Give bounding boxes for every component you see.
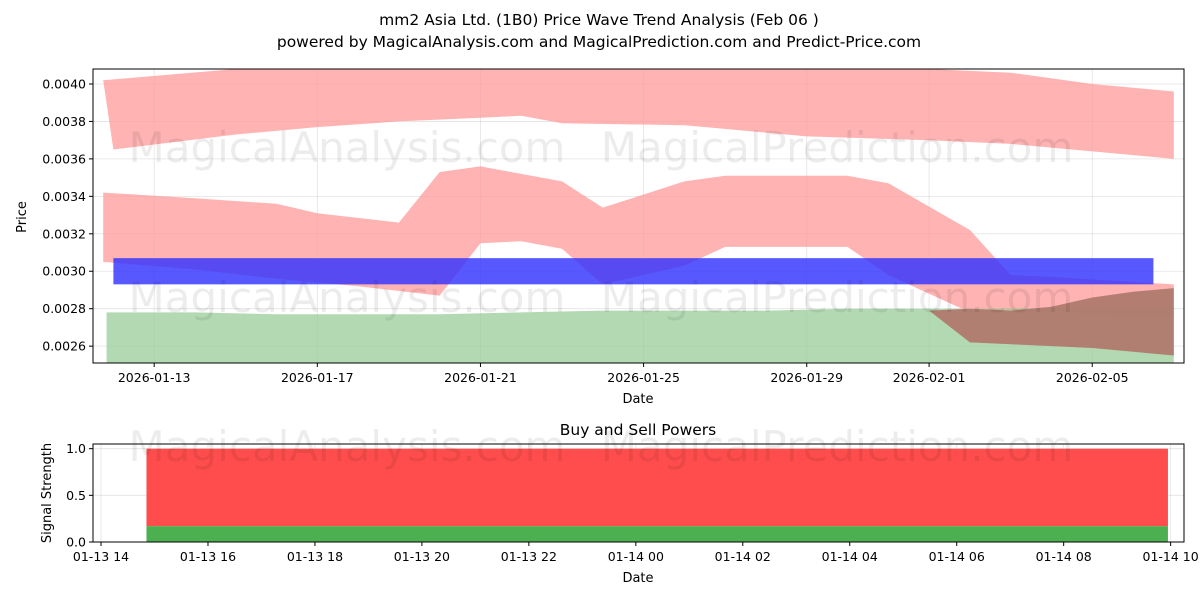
signal-x-tick-label: 01-13 18 bbox=[287, 549, 343, 564]
price-x-tick-label: 2026-01-25 bbox=[607, 370, 680, 385]
watermark-analysis-mid: MagicalAnalysis.com bbox=[129, 273, 566, 322]
price-x-tick-label: 2026-01-21 bbox=[444, 370, 517, 385]
signal-x-tick-label: 01-14 04 bbox=[822, 549, 878, 564]
signal-x-tick-label: 01-14 02 bbox=[715, 549, 771, 564]
signal-x-tick-label: 01-14 08 bbox=[1036, 549, 1092, 564]
price-x-tick-label: 2026-02-05 bbox=[1056, 370, 1129, 385]
signal-x-tick-label: 01-13 22 bbox=[501, 549, 557, 564]
signal-y-tick-label: 0.5 bbox=[66, 488, 86, 503]
watermark-prediction-bottom: MagicalPrediction.com bbox=[601, 422, 1074, 471]
price-y-tick-label: 0.0036 bbox=[42, 151, 86, 166]
signal-x-tick-label: 01-14 10 bbox=[1143, 549, 1199, 564]
signal-y-axis-label: Signal Strength bbox=[40, 443, 55, 543]
watermark-analysis-top: MagicalAnalysis.com bbox=[129, 123, 566, 172]
buy-power-bar bbox=[146, 526, 1168, 542]
price-y-tick-label: 0.0028 bbox=[42, 301, 86, 316]
price-y-tick-label: 0.0030 bbox=[42, 264, 86, 279]
signal-x-tick-label: 01-14 06 bbox=[929, 549, 985, 564]
signal-x-axis-label: Date bbox=[622, 571, 653, 586]
signal-x-tick-label: 01-13 20 bbox=[394, 549, 450, 564]
price-y-tick-label: 0.0038 bbox=[42, 114, 86, 129]
figure: mm2 Asia Ltd. (1B0) Price Wave Trend Ana… bbox=[15, 11, 1199, 586]
price-y-tick-label: 0.0034 bbox=[42, 189, 86, 204]
watermark-prediction-mid: MagicalPrediction.com bbox=[601, 273, 1074, 322]
price-y-tick-label: 0.0032 bbox=[42, 226, 86, 241]
price-y-tick-label: 0.0040 bbox=[42, 76, 86, 91]
watermark-analysis-bottom: MagicalAnalysis.com bbox=[129, 422, 566, 471]
chart-title: mm2 Asia Ltd. (1B0) Price Wave Trend Ana… bbox=[379, 11, 819, 29]
signal-panel: Buy and Sell Powers MagicalAnalysis.com … bbox=[40, 421, 1199, 586]
price-x-tick-label: 2026-01-13 bbox=[118, 370, 191, 385]
signal-x-tick-label: 01-13 16 bbox=[180, 549, 236, 564]
price-y-tick-label: 0.0026 bbox=[42, 339, 86, 354]
price-x-tick-label: 2026-01-29 bbox=[770, 370, 843, 385]
signal-y-tick-label: 0.0 bbox=[66, 535, 86, 550]
price-x-tick-label: 2026-01-17 bbox=[281, 370, 354, 385]
watermark-prediction-top: MagicalPrediction.com bbox=[601, 123, 1074, 172]
signal-x-tick-label: 01-13 14 bbox=[73, 549, 129, 564]
price-y-axis-label: Price bbox=[15, 201, 30, 233]
signal-y-tick-label: 1.0 bbox=[66, 441, 86, 456]
signal-x-tick-label: 01-14 00 bbox=[608, 549, 664, 564]
price-panel: MagicalAnalysis.com MagicalPrediction.co… bbox=[15, 68, 1185, 407]
chart-subtitle: powered by MagicalAnalysis.com and Magic… bbox=[277, 33, 921, 51]
price-x-axis-label: Date bbox=[622, 392, 653, 407]
price-x-tick-label: 2026-02-01 bbox=[893, 370, 966, 385]
